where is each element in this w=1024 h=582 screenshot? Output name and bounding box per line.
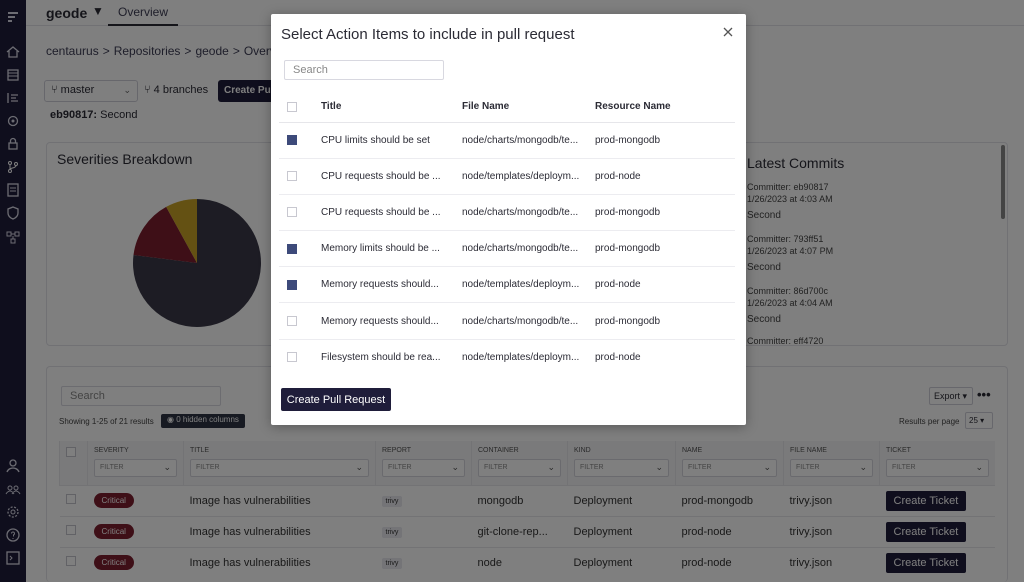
action-item-row[interactable]: CPU limits should be set node/charts/mong…: [279, 122, 735, 159]
action-item-file: node/templates/deploym...: [462, 351, 580, 363]
header-resource-name: Resource Name: [591, 92, 735, 123]
action-item-checkbox[interactable]: [287, 352, 297, 363]
action-item-file: node/charts/mongodb/te...: [458, 302, 591, 340]
action-item-title: CPU requests should be ...: [317, 158, 458, 195]
action-item-file: node/templates/deploym...: [458, 266, 591, 304]
action-item-resource: prod-mongodb: [591, 194, 735, 232]
select-action-items-modal: Select Action Items to include in pull r…: [271, 14, 746, 425]
action-item-checkbox-cell: [279, 122, 317, 159]
action-item-title: Filesystem should be rea...: [321, 351, 441, 363]
action-item-checkbox[interactable]: [287, 279, 297, 290]
action-item-title: Memory requests should...: [317, 302, 458, 340]
action-item-row[interactable]: CPU requests should be ... node/charts/mo…: [279, 194, 735, 232]
action-item-checkbox-cell: [279, 302, 317, 340]
action-item-checkbox-cell: [279, 339, 317, 375]
action-item-checkbox[interactable]: [287, 243, 297, 254]
action-item-checkbox-cell: [279, 158, 317, 195]
action-item-checkbox[interactable]: [287, 171, 297, 182]
action-item-checkbox[interactable]: [287, 316, 297, 327]
action-items-header-row: Title File Name Resource Name: [279, 92, 735, 123]
action-items-table: Title File Name Resource Name CPU limits…: [279, 92, 735, 375]
header-title: Title: [317, 92, 458, 123]
action-item-checkbox-cell: [279, 194, 317, 232]
action-item-title: Memory requests should...: [317, 266, 458, 304]
action-item-file: node/charts/mongodb/te...: [458, 230, 591, 268]
select-all-checkbox[interactable]: [287, 101, 297, 112]
action-item-file: node/charts/mongodb/te...: [458, 122, 591, 159]
action-item-resource: prod-node: [595, 351, 641, 363]
action-item-resource: prod-node: [591, 266, 735, 304]
action-item-checkbox[interactable]: [287, 207, 297, 218]
select-all-header: [279, 92, 317, 123]
action-item-resource: prod-mongodb: [591, 230, 735, 268]
action-item-row[interactable]: Memory requests should... node/charts/mon…: [279, 302, 735, 340]
action-item-checkbox-cell: [279, 230, 317, 268]
create-pull-request-button[interactable]: Create Pull Request: [281, 388, 391, 411]
close-icon[interactable]: [720, 24, 736, 40]
action-item-row[interactable]: CPU requests should be ... node/templates…: [279, 158, 735, 195]
action-item-file: node/templates/deploym...: [458, 158, 591, 195]
modal-search-input[interactable]: [284, 60, 444, 80]
header-file-name: File Name: [458, 92, 591, 123]
action-item-row[interactable]: Memory requests should... node/templates/…: [279, 266, 735, 304]
action-item-checkbox-cell: [279, 266, 317, 304]
action-item-row[interactable]: Filesystem should be rea... node/template…: [279, 339, 735, 375]
action-item-resource: prod-node: [591, 158, 735, 195]
action-item-title: CPU limits should be set: [317, 122, 458, 159]
action-item-title: Memory limits should be ...: [317, 230, 458, 268]
action-item-row[interactable]: Memory limits should be ... node/charts/m…: [279, 230, 735, 268]
action-item-resource: prod-mongodb: [591, 302, 735, 340]
action-item-title: CPU requests should be ...: [317, 194, 458, 232]
modal-title: Select Action Items to include in pull r…: [281, 26, 575, 43]
action-item-file: node/charts/mongodb/te...: [458, 194, 591, 232]
action-item-resource: prod-mongodb: [591, 122, 735, 159]
action-item-checkbox[interactable]: [287, 135, 297, 146]
